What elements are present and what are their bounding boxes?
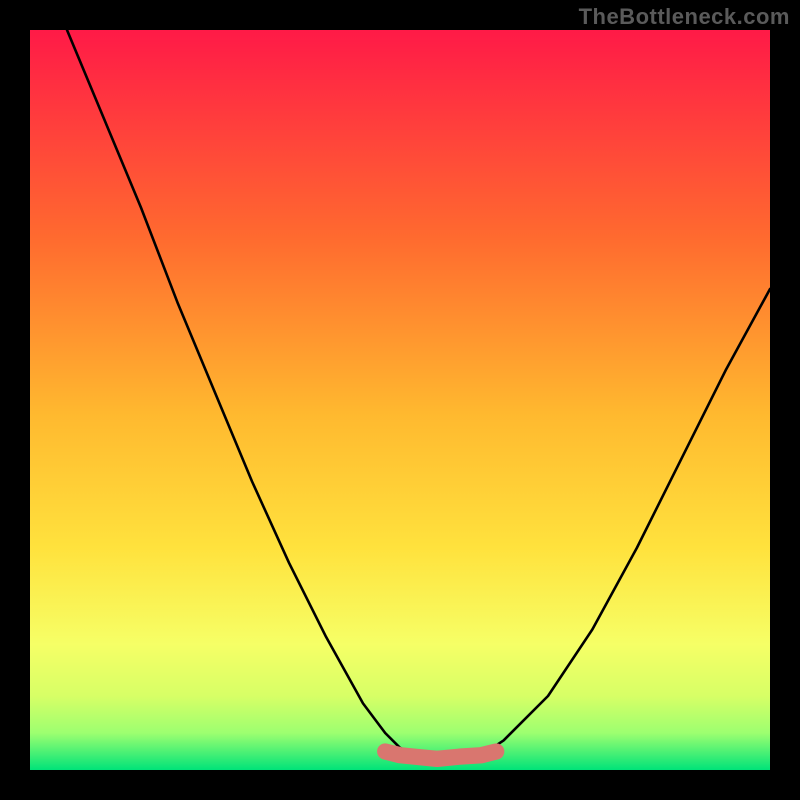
- watermark-text: TheBottleneck.com: [579, 4, 790, 30]
- chart-svg: [30, 30, 770, 770]
- gradient-background: [30, 30, 770, 770]
- optimal-range-marker: [385, 752, 496, 759]
- chart-frame: TheBottleneck.com: [0, 0, 800, 800]
- plot-area: [30, 30, 770, 770]
